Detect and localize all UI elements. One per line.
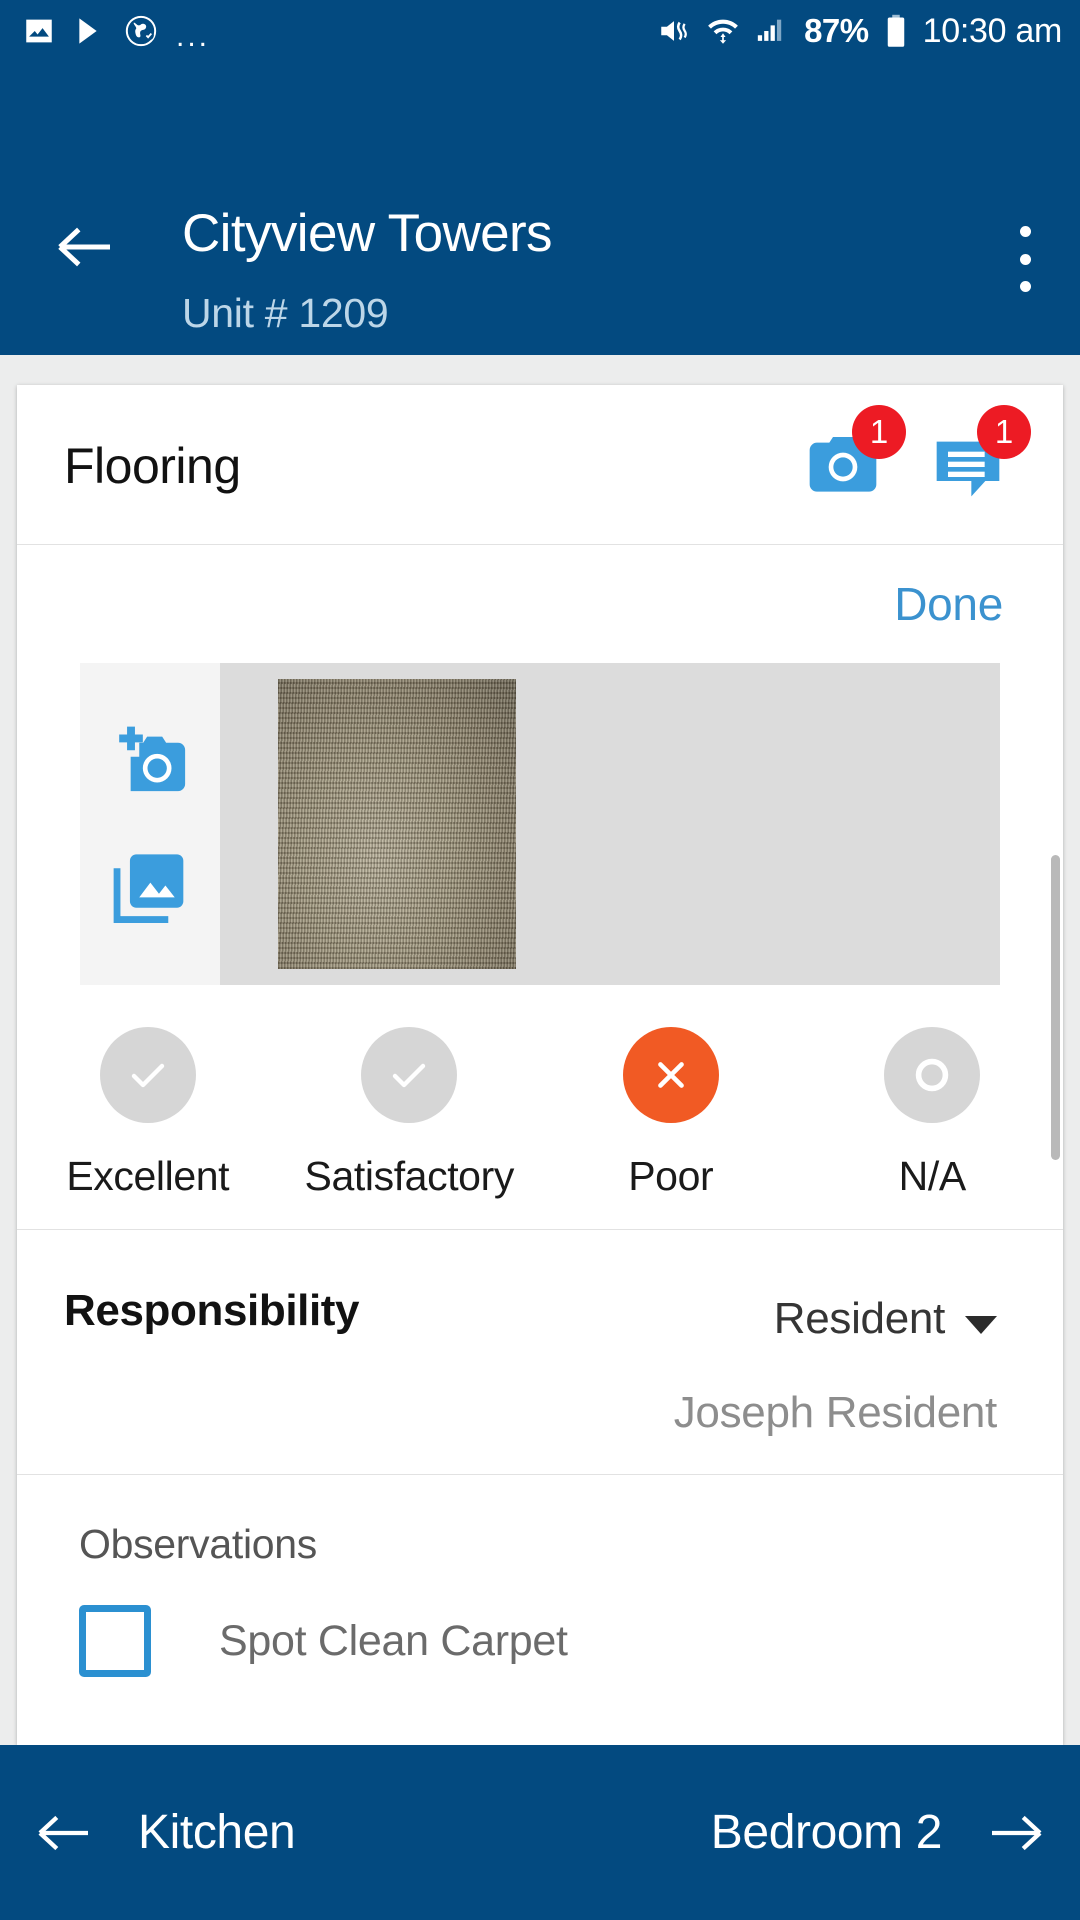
back-arrow-icon[interactable] xyxy=(55,222,115,272)
bottom-navigation: Kitchen Bedroom 2 xyxy=(0,1745,1080,1920)
rating-option-na[interactable]: N/A xyxy=(802,1027,1064,1229)
rating-option-satisfactory[interactable]: Satisfactory xyxy=(279,1027,541,1229)
rating-circle-excellent xyxy=(99,1027,196,1123)
prev-section-button[interactable]: Kitchen xyxy=(34,1805,296,1860)
rating-label-excellent: Excellent xyxy=(66,1153,230,1199)
observations-section: Observations Spot Clean Carpet xyxy=(17,1475,1063,1715)
rating-circle-na xyxy=(884,1027,981,1123)
app-bar: Cityview Towers Unit # 1209 xyxy=(0,62,1080,355)
prev-section-label: Kitchen xyxy=(138,1806,296,1859)
camera-button[interactable]: 1 xyxy=(803,405,906,506)
page-title: Cityview Towers xyxy=(182,204,553,263)
signal-icon xyxy=(757,19,782,41)
status-bar: ... 87% 10:30 am xyxy=(0,0,1080,62)
done-row: Done xyxy=(17,545,1063,663)
photo-strip xyxy=(80,663,1000,985)
observation-checkbox[interactable] xyxy=(79,1605,151,1677)
rating-circle-poor xyxy=(622,1027,719,1123)
clock-label: 10:30 am xyxy=(922,11,1063,50)
scrollbar[interactable] xyxy=(1051,855,1060,1160)
responsibility-dropdown[interactable]: Resident xyxy=(774,1294,946,1344)
arrow-right-icon xyxy=(992,1815,1042,1850)
add-photo-icon[interactable] xyxy=(107,718,193,804)
rating-label-satisfactory: Satisfactory xyxy=(304,1153,515,1199)
responsibility-section: Responsibility Resident Joseph Resident xyxy=(17,1230,1063,1475)
battery-icon xyxy=(887,14,904,47)
responsibility-label: Responsibility xyxy=(64,1286,360,1335)
card-title: Flooring xyxy=(64,438,241,494)
globe-icon xyxy=(125,15,157,47)
done-button[interactable]: Done xyxy=(894,577,1003,631)
next-section-button[interactable]: Bedroom 2 xyxy=(711,1805,1046,1860)
chevron-down-icon[interactable] xyxy=(965,1316,997,1334)
comments-button[interactable]: 1 xyxy=(928,405,1031,506)
image-icon xyxy=(26,19,52,43)
rating-label-na: N/A xyxy=(898,1153,967,1199)
camera-badge: 1 xyxy=(852,405,906,459)
status-bar-left-icons: ... xyxy=(22,14,211,53)
rating-circle-satisfactory xyxy=(361,1027,458,1123)
cross-icon xyxy=(657,1062,684,1088)
battery-percent-label: 87% xyxy=(804,12,869,49)
inspection-card: Flooring 1 1 Done Excellent Satisfactory… xyxy=(17,385,1063,1745)
responsibility-person: Joseph Resident xyxy=(673,1388,998,1437)
observations-title: Observations xyxy=(79,1521,317,1567)
carpet-photo-thumbnail[interactable] xyxy=(278,679,516,969)
vibrate-icon xyxy=(661,21,687,41)
status-overflow-dots: ... xyxy=(176,20,211,53)
overflow-menu-icon[interactable] xyxy=(1000,224,1050,294)
card-header-actions: 1 1 xyxy=(803,405,1031,506)
play-store-icon xyxy=(79,18,97,44)
rating-option-poor[interactable]: Poor xyxy=(540,1027,802,1229)
photo-action-panel xyxy=(80,663,220,985)
check-icon xyxy=(393,1063,426,1088)
rating-row: Excellent Satisfactory Poor N/A xyxy=(17,985,1063,1230)
observation-label: Spot Clean Carpet xyxy=(219,1616,568,1665)
arrow-left-icon xyxy=(38,1815,88,1850)
comments-badge: 1 xyxy=(977,405,1031,459)
phone-screen: ... 87% 10:30 am Cityview Towers Unit # … xyxy=(0,0,1080,1920)
card-header: Flooring 1 1 xyxy=(17,385,1063,545)
page-subtitle: Unit # 1209 xyxy=(182,290,389,336)
wifi-icon xyxy=(708,19,738,44)
next-section-label: Bedroom 2 xyxy=(710,1806,943,1859)
status-bar-right-icons: 87% 10:30 am xyxy=(656,12,1062,51)
rating-option-excellent[interactable]: Excellent xyxy=(17,1027,279,1229)
photo-library-icon[interactable] xyxy=(107,845,193,931)
check-icon xyxy=(131,1063,164,1088)
ring-icon xyxy=(916,1058,949,1092)
rating-label-poor: Poor xyxy=(628,1153,714,1199)
list-item[interactable]: Spot Clean Carpet xyxy=(79,1605,568,1677)
